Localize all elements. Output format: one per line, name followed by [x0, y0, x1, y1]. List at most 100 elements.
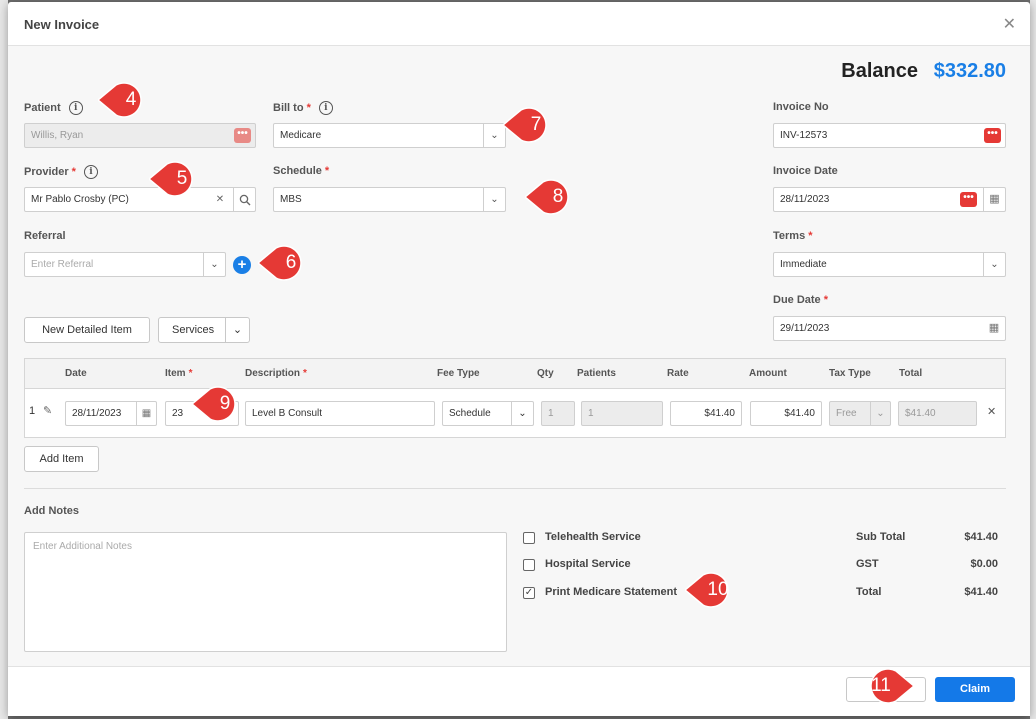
row-amount-field[interactable]: $41.40 [750, 401, 822, 426]
bill-to-select[interactable]: Medicare ⌄ [273, 123, 506, 148]
callout-number: 9 [219, 393, 231, 414]
invoice-date-label: Invoice Date [773, 165, 838, 177]
telehealth-checkbox[interactable] [523, 532, 535, 544]
modal-header: New Invoice ✕ [8, 2, 1030, 46]
provider-value: Mr Pablo Crosby (PC) [31, 194, 129, 205]
referral-label: Referral [24, 230, 66, 242]
more-options-icon: ••• [234, 128, 251, 143]
column-header-date: Date [65, 368, 87, 379]
total-value: $41.40 [964, 586, 998, 598]
invoice-items-table: Date Item * Description * Fee Type Qty Pat… [24, 358, 1006, 438]
callout-marker: 6 [258, 244, 312, 282]
column-header-item: Item * [165, 368, 192, 379]
row-date-field[interactable]: 28/11/2023 ▦ [65, 401, 157, 426]
row-patients-field: 1 [581, 401, 663, 426]
chevron-down-icon[interactable]: ⌄ [511, 402, 533, 425]
notes-textarea[interactable]: Enter Additional Notes [24, 532, 507, 652]
row-rate-field[interactable]: $41.40 [670, 401, 742, 426]
close-icon[interactable]: ✕ [1003, 14, 1016, 34]
row-tax-type-value: Free [836, 408, 857, 419]
callout-number: 10 [707, 579, 729, 600]
callout-number: 4 [125, 89, 137, 110]
new-invoice-modal: New Invoice ✕ Balance $332.80 Patient i W… [8, 2, 1030, 716]
print-medicare-statement-checkbox[interactable]: ✓ [523, 587, 535, 599]
invoice-no-field[interactable]: INV-12573 ••• [773, 123, 1006, 148]
bill-to-label: Bill to * i [273, 101, 333, 115]
edit-icon[interactable]: ✎ [43, 404, 52, 417]
calendar-icon[interactable]: ▦ [983, 317, 1005, 340]
chevron-down-icon[interactable]: ⌄ [225, 318, 249, 342]
column-header-rate: Rate [667, 368, 689, 379]
callout-marker: 7 [503, 106, 557, 144]
terms-select[interactable]: Immediate ⌄ [773, 252, 1006, 277]
chevron-down-icon[interactable]: ⌄ [983, 253, 1005, 276]
invoice-no-label: Invoice No [773, 101, 829, 113]
column-header-description-text: Description [245, 368, 301, 379]
provider-label: Provider * i [24, 165, 98, 179]
callout-marker: 10 [685, 571, 739, 609]
terms-label: Terms * [773, 230, 812, 242]
calendar-icon[interactable]: ▦ [136, 402, 156, 425]
provider-field[interactable]: Mr Pablo Crosby (PC) ✕ [24, 187, 256, 212]
schedule-select[interactable]: MBS ⌄ [273, 187, 506, 212]
info-icon[interactable]: i [68, 101, 83, 115]
services-label: Services [172, 324, 215, 336]
telehealth-label: Telehealth Service [545, 531, 641, 543]
column-header-description: Description * [245, 368, 307, 379]
claim-button[interactable]: Claim [935, 677, 1015, 702]
row-total-field: $41.40 [898, 401, 977, 426]
row-fee-type-select[interactable]: Schedule ⌄ [442, 401, 534, 426]
row-number: 1 [29, 405, 36, 417]
due-date-label: Due Date * [773, 294, 828, 306]
delete-row-icon[interactable]: ✕ [987, 405, 996, 418]
bill-to-label-text: Bill to [273, 101, 304, 114]
callout-number: 7 [530, 114, 542, 135]
callout-marker: 8 [525, 178, 579, 216]
patient-field: Willis, Ryan ••• [24, 123, 256, 148]
due-date-label-text: Due Date [773, 294, 821, 306]
hospital-service-checkbox[interactable] [523, 559, 535, 571]
row-description-field[interactable]: Level B Consult [245, 401, 435, 426]
column-header-patients: Patients [577, 368, 616, 379]
notes-label: Add Notes [24, 505, 79, 517]
info-icon[interactable]: i [83, 165, 98, 179]
column-header-total: Total [899, 368, 923, 379]
terms-label-text: Terms [773, 230, 806, 242]
callout-number: 8 [552, 186, 564, 207]
clear-icon[interactable]: ✕ [213, 188, 227, 211]
invoice-no-value: INV-12573 [780, 130, 828, 141]
total-label: Total [856, 586, 882, 598]
column-header-fee-type: Fee Type [437, 368, 480, 379]
hospital-service-label: Hospital Service [545, 558, 631, 570]
row-fee-type-value: Schedule [449, 408, 491, 419]
calendar-icon[interactable]: ▦ [983, 188, 1005, 211]
info-icon[interactable]: i [318, 101, 333, 115]
print-medicare-statement-label: Print Medicare Statement [545, 586, 678, 598]
invoice-date-field[interactable]: 28/11/2023 ••• ▦ [773, 187, 1006, 212]
chevron-down-icon[interactable]: ⌄ [483, 188, 505, 211]
callout-number: 11 [871, 675, 891, 696]
terms-value: Immediate [780, 259, 827, 270]
more-options-icon[interactable]: ••• [984, 128, 1001, 143]
referral-select[interactable]: Enter Referral ⌄ [24, 252, 226, 277]
required-marker: * [808, 230, 813, 242]
search-icon[interactable] [233, 188, 255, 211]
patient-label: Patient i [24, 101, 83, 115]
column-header-qty: Qty [537, 368, 554, 379]
required-marker: * [303, 368, 307, 379]
chevron-down-icon[interactable]: ⌄ [203, 253, 225, 276]
chevron-down-icon[interactable]: ⌄ [483, 124, 505, 147]
background-app-edge-left [0, 0, 8, 719]
new-detailed-item-button[interactable]: New Detailed Item [24, 317, 150, 343]
services-button[interactable]: Services ⌄ [158, 317, 250, 343]
more-options-icon[interactable]: ••• [960, 192, 977, 207]
table-row: 1 ✎ 28/11/2023 ▦ 23 Level B Consult Sche… [25, 389, 1005, 437]
sub-total-value: $41.40 [964, 531, 998, 543]
due-date-field[interactable]: 29/11/2023 ▦ [773, 316, 1006, 341]
due-date-value: 29/11/2023 [780, 323, 830, 334]
column-header-item-text: Item [165, 368, 186, 379]
balance-label: Balance [841, 60, 918, 82]
add-referral-icon[interactable]: + [233, 256, 251, 274]
balance-value: $332.80 [933, 60, 1006, 82]
add-item-button[interactable]: Add Item [24, 446, 99, 472]
